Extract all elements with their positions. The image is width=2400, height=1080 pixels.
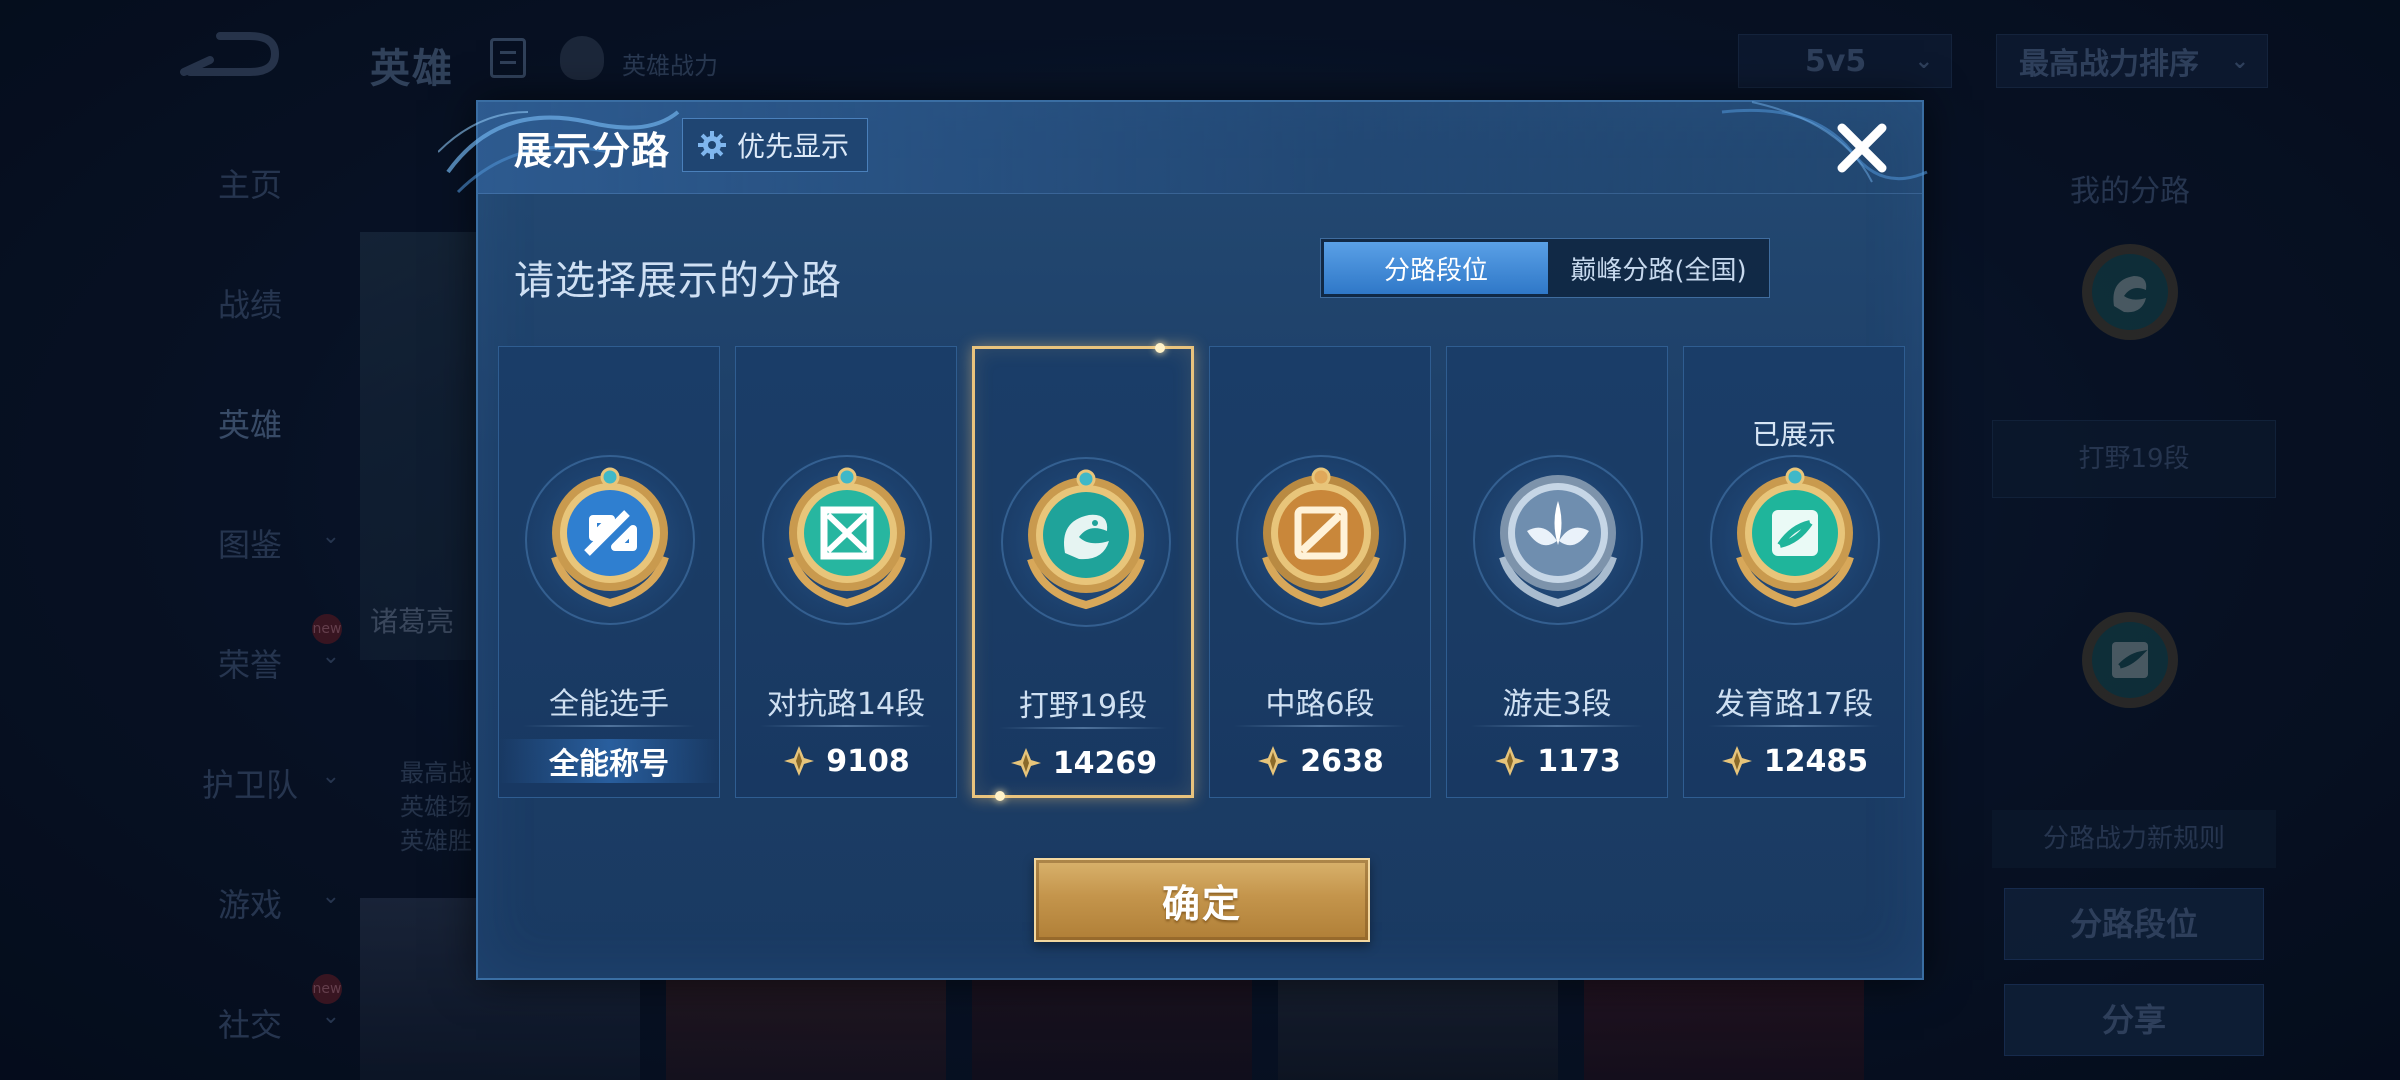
selection-corner-dot xyxy=(1155,343,1165,353)
farm-lane-badge-icon xyxy=(1736,467,1854,608)
lane-divider xyxy=(523,725,695,727)
lane-name: 发育路17段 xyxy=(1714,687,1874,722)
lane-divider xyxy=(760,725,932,727)
tab-peak-lane-national[interactable]: 巅峰分路(全国) xyxy=(1548,239,1769,297)
lane-type-tabs: 分路段位 巅峰分路(全国) xyxy=(1320,238,1770,298)
lane-card-mid[interactable]: 中路6段 2638 xyxy=(1209,346,1431,798)
close-button[interactable] xyxy=(1830,116,1894,180)
power-score-icon xyxy=(1010,748,1041,778)
lane-divider xyxy=(1708,725,1880,727)
power-score-icon xyxy=(1258,746,1289,776)
lane-score: 14269 xyxy=(975,741,1191,785)
badge-halo xyxy=(1702,447,1888,633)
badge-halo xyxy=(1228,447,1414,633)
lane-score-value: 14269 xyxy=(1052,745,1158,781)
lane-score-value: 2638 xyxy=(1300,743,1384,779)
lane-divider xyxy=(999,727,1167,729)
jungle-badge-icon xyxy=(1027,469,1145,610)
lane-card-roam[interactable]: 游走3段 1173 xyxy=(1446,346,1668,798)
lane-score: 全能称号 xyxy=(499,739,719,783)
roam-badge-icon xyxy=(1499,475,1617,608)
display-lane-dialog: 展示分路 优先显示 请选择展示的分路 分路段位 巅峰分路(全国) 全能选手 全能… xyxy=(438,100,1928,980)
lane-score-value: 全能称号 xyxy=(549,747,669,782)
gear-icon xyxy=(698,131,726,159)
lane-name: 对抗路14段 xyxy=(766,687,926,722)
lane-name: 中路6段 xyxy=(1265,687,1375,722)
allround-badge-icon xyxy=(551,467,669,608)
dialog-title: 展示分路 xyxy=(514,129,671,173)
lane-score: 2638 xyxy=(1210,739,1430,783)
badge-halo xyxy=(993,449,1179,635)
lane-card-allround[interactable]: 全能选手 全能称号 xyxy=(498,346,720,798)
lane-card-clash[interactable]: 对抗路14段 9108 xyxy=(735,346,957,798)
lane-card-jungle[interactable]: 打野19段 14269 xyxy=(972,343,1194,801)
lane-score-value: 12485 xyxy=(1763,743,1869,779)
lane-score: 12485 xyxy=(1684,739,1904,783)
confirm-button[interactable]: 确定 xyxy=(1034,858,1370,942)
power-score-icon xyxy=(1721,746,1752,776)
mid-lane-badge-icon xyxy=(1262,467,1380,608)
priority-display-button[interactable]: 优先显示 xyxy=(682,118,869,172)
clash-lane-badge-icon xyxy=(788,467,906,608)
selection-corner-dot xyxy=(995,791,1005,801)
lane-divider xyxy=(1471,725,1643,727)
close-icon xyxy=(1837,123,1887,173)
lane-card-farm[interactable]: 已展示 发育路17段 12485 xyxy=(1683,346,1905,798)
power-score-icon xyxy=(784,746,815,776)
lane-name: 游走3段 xyxy=(1502,687,1612,722)
lane-score-value: 9108 xyxy=(826,743,910,779)
select-lane-prompt: 请选择展示的分路 xyxy=(514,258,842,304)
badge-halo xyxy=(517,447,703,633)
lane-card-row: 全能选手 全能称号 对抗路14段 9108 打野19段 14269 中路6段 2… xyxy=(498,343,1906,801)
power-score-icon xyxy=(1495,746,1526,776)
lane-name: 全能选手 xyxy=(549,687,669,722)
tab-lane-rank[interactable]: 分路段位 xyxy=(1324,242,1548,294)
priority-display-label: 优先显示 xyxy=(737,130,850,163)
badge-halo xyxy=(754,447,940,633)
lane-score: 9108 xyxy=(736,739,956,783)
lane-score-value: 1173 xyxy=(1537,743,1621,779)
badge-halo xyxy=(1465,447,1651,633)
lane-name: 打野19段 xyxy=(1018,689,1148,724)
lane-divider xyxy=(1234,725,1406,727)
lane-score: 1173 xyxy=(1447,739,1667,783)
